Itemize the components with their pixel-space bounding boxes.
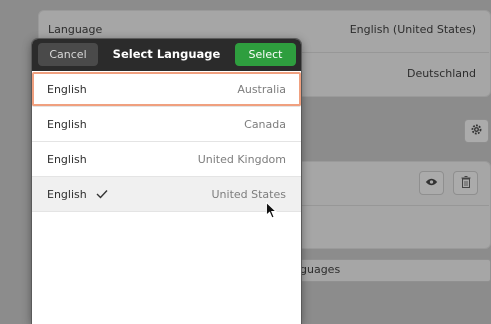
language-name: English: [47, 82, 87, 96]
input-sources-settings-button[interactable]: [464, 119, 489, 143]
gear-icon: [470, 123, 483, 139]
remove-button[interactable]: [453, 171, 478, 195]
language-list: English Australia English Canada English…: [32, 72, 301, 212]
manage-languages-label: guages: [300, 263, 341, 276]
preview-button[interactable]: [419, 171, 444, 195]
trash-icon: [461, 175, 471, 191]
checkmark-icon: [96, 189, 108, 199]
region-name: United States: [211, 187, 287, 201]
dialog-title: Select Language: [112, 47, 221, 61]
region-name: Canada: [244, 117, 286, 131]
formats-value[interactable]: Deutschland: [407, 67, 476, 80]
language-name: English: [47, 117, 87, 131]
language-row-australia[interactable]: English Australia: [32, 72, 301, 107]
language-value[interactable]: English (United States): [350, 23, 476, 36]
cancel-button[interactable]: Cancel: [38, 43, 98, 66]
region-name: Australia: [237, 82, 286, 96]
select-button[interactable]: Select: [235, 43, 296, 66]
mouse-cursor-icon: [266, 201, 278, 222]
select-language-dialog: Cancel Select Language Select English Au…: [32, 39, 301, 324]
language-label: Language: [48, 23, 103, 36]
dialog-header: Cancel Select Language Select: [32, 39, 301, 71]
eye-icon: [425, 177, 438, 190]
language-name-cell: English: [47, 188, 108, 201]
language-row-canada[interactable]: English Canada: [32, 107, 301, 142]
language-name: English: [47, 152, 87, 166]
language-row-united-states[interactable]: English United States: [32, 177, 301, 212]
language-name: English: [47, 187, 87, 201]
language-row-united-kingdom[interactable]: English United Kingdom: [32, 142, 301, 177]
region-name: United Kingdom: [197, 152, 286, 166]
